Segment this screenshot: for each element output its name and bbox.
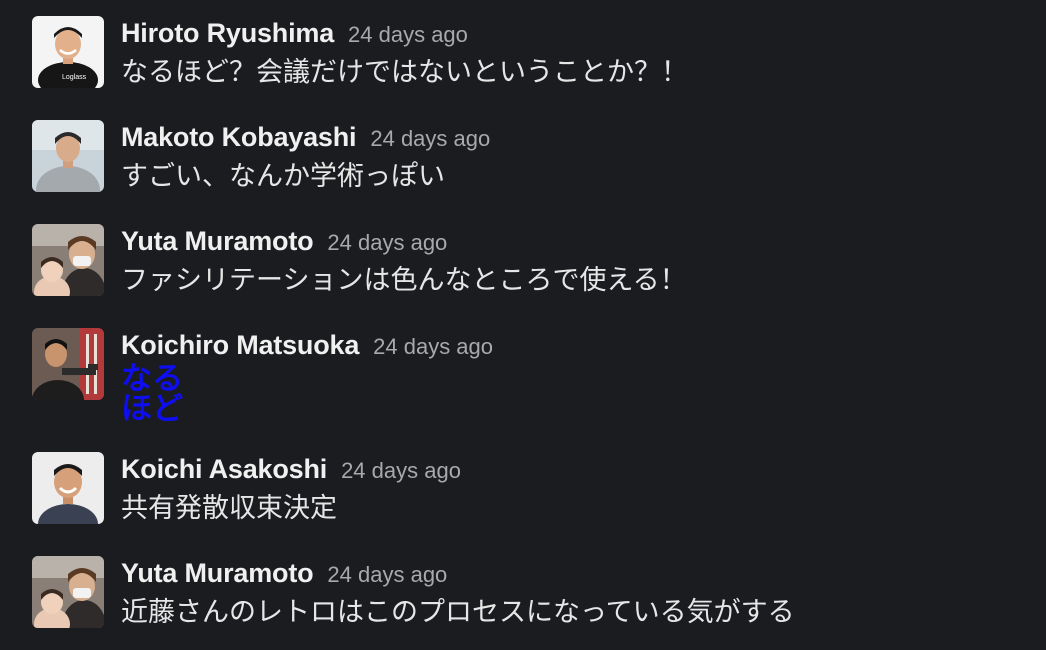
timestamp[interactable]: 24 days ago: [327, 562, 447, 587]
author-name[interactable]: Makoto Kobayashi: [121, 122, 357, 152]
timestamp[interactable]: 24 days ago: [348, 22, 468, 47]
message-header: Makoto Kobayashi 24 days ago: [121, 119, 490, 155]
author-name[interactable]: Yuta Muramoto: [121, 226, 314, 256]
avatar[interactable]: [32, 120, 104, 192]
timestamp[interactable]: 24 days ago: [327, 230, 447, 255]
avatar[interactable]: [32, 224, 104, 296]
message-text: すごい、なんか学術っぽい: [121, 161, 445, 192]
avatar[interactable]: [32, 556, 104, 628]
timestamp[interactable]: 24 days ago: [373, 334, 493, 359]
emoji-text-line: ほど: [121, 391, 183, 427]
author-name[interactable]: Koichi Asakoshi: [121, 454, 327, 484]
avatar-photo-icon: Loglass: [32, 16, 104, 88]
emoji-text-line: なる: [121, 361, 183, 397]
message-text: なるほど？会議だけではないということか？！: [121, 57, 688, 88]
timestamp[interactable]: 24 days ago: [370, 126, 490, 151]
author-name[interactable]: Yuta Muramoto: [121, 558, 314, 588]
avatar-photo-icon: [32, 328, 104, 400]
avatar[interactable]: Loglass: [32, 16, 104, 88]
avatar[interactable]: [32, 452, 104, 524]
message-feed: Loglass Hiroto Ryushima 24 days ago なるほど？…: [0, 0, 1046, 650]
author-name[interactable]: Hiroto Ryushima: [121, 18, 334, 48]
avatar[interactable]: [32, 328, 104, 400]
message-text: ファシリテーションは色んなところで使える！: [121, 265, 687, 296]
message-header: Hiroto Ryushima 24 days ago: [121, 15, 468, 51]
author-name[interactable]: Koichiro Matsuoka: [121, 330, 359, 360]
svg-text:Loglass: Loglass: [62, 74, 87, 81]
timestamp[interactable]: 24 days ago: [341, 458, 461, 483]
avatar-photo-icon: [32, 224, 104, 296]
message-header: Yuta Muramoto 24 days ago: [121, 555, 447, 591]
message-header: Koichi Asakoshi 24 days ago: [121, 451, 461, 487]
avatar-photo-icon: [32, 120, 104, 192]
custom-emoji-text: なる ほど: [121, 361, 201, 427]
message-text: 近藤さんのレトロはこのプロセスになっている気がする: [121, 597, 795, 628]
avatar-photo-icon: [32, 556, 104, 628]
message-text: 共有発散収束決定: [121, 493, 337, 524]
message-header: Koichiro Matsuoka 24 days ago: [121, 327, 493, 363]
message-header: Yuta Muramoto 24 days ago: [121, 223, 447, 259]
avatar-photo-icon: [32, 452, 104, 524]
